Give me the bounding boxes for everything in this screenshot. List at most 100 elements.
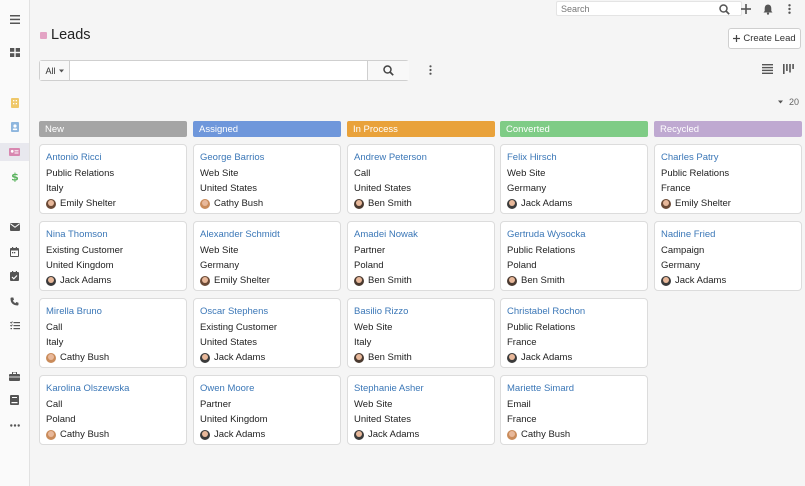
- lead-source: Partner: [200, 399, 232, 410]
- lead-source: Public Relations: [507, 322, 576, 333]
- assigned-user: Jack Adams: [200, 427, 340, 442]
- avatar: [661, 275, 671, 286]
- lead-country: United Kingdom: [200, 414, 268, 425]
- lead-card[interactable]: Nina Thomson Existing Customer United Ki…: [39, 221, 187, 291]
- sidebar-item-contacts[interactable]: [0, 118, 29, 136]
- lead-name-link[interactable]: Basilio Rizzo: [354, 305, 494, 320]
- sidebar-item-knowledge-base[interactable]: [0, 391, 29, 409]
- lead-card[interactable]: Antonio Ricci Public Relations Italy Emi…: [39, 144, 187, 214]
- lead-name-link[interactable]: Nadine Fried: [661, 228, 801, 243]
- lead-name-link[interactable]: Felix Hirsch: [507, 151, 647, 166]
- lead-name-link[interactable]: Alexander Schmidt: [200, 228, 340, 243]
- assigned-user: Jack Adams: [46, 273, 186, 288]
- lead-source: Partner: [354, 245, 386, 256]
- lead-name-link[interactable]: Charles Patry: [661, 151, 801, 166]
- lead-card[interactable]: Nadine Fried Campaign Germany Jack Adams: [654, 221, 802, 291]
- filter-more-actions-button[interactable]: [425, 63, 435, 77]
- lead-name-link[interactable]: Nina Thomson: [46, 228, 186, 243]
- lead-name-link[interactable]: George Barrios: [200, 151, 340, 166]
- assigned-user: Emily Shelter: [200, 273, 340, 288]
- sidebar-item-tasks[interactable]: [0, 267, 29, 285]
- lead-card[interactable]: Owen Moore Partner United Kingdom Jack A…: [193, 375, 341, 445]
- avatar: [354, 352, 364, 363]
- filter-scope-dropdown[interactable]: All: [40, 61, 70, 80]
- lead-card[interactable]: Gertruda Wysocka Public Relations Poland…: [500, 221, 648, 291]
- lead-card[interactable]: Charles Patry Public Relations France Em…: [654, 144, 802, 214]
- sidebar-item-opportunities[interactable]: $: [0, 167, 29, 185]
- lead-name-link[interactable]: Mariette Simard: [507, 382, 647, 397]
- sidebar-item-leads[interactable]: [0, 143, 29, 161]
- assigned-user: Ben Smith: [354, 196, 494, 211]
- lead-name-link[interactable]: Mirella Bruno: [46, 305, 186, 320]
- bell-icon: [763, 4, 773, 15]
- lead-card[interactable]: Felix Hirsch Web Site Germany Jack Adams: [500, 144, 648, 214]
- assigned-user: Cathy Bush: [507, 427, 647, 442]
- lead-country: France: [661, 183, 691, 194]
- page-size-selector[interactable]: 20: [778, 97, 799, 107]
- sidebar-item-dashboard[interactable]: [0, 43, 29, 61]
- lead-source: Call: [354, 168, 371, 179]
- quick-create-button[interactable]: [739, 2, 753, 16]
- lead-name-link[interactable]: Owen Moore: [200, 382, 340, 397]
- lead-card[interactable]: Christabel Rochon Public Relations Franc…: [500, 298, 648, 368]
- filter-bar: All: [39, 60, 409, 81]
- lead-card[interactable]: Amadei Nowak Partner Poland Ben Smith: [347, 221, 495, 291]
- caret-down-icon: [778, 100, 783, 104]
- sidebar-item-cases[interactable]: [0, 316, 29, 334]
- lead-source: Web Site: [507, 168, 546, 179]
- menu-icon: [9, 14, 20, 24]
- tasks-icon: [10, 271, 19, 281]
- avatar: [46, 275, 56, 286]
- lead-card[interactable]: Alexander Schmidt Web Site Germany Emily…: [193, 221, 341, 291]
- sidebar-item-calls[interactable]: [0, 292, 29, 310]
- menu-button[interactable]: [0, 10, 29, 28]
- sidebar-item-accounts[interactable]: [0, 94, 29, 112]
- global-search-input[interactable]: [556, 1, 742, 16]
- kanban-view-button[interactable]: [783, 64, 795, 76]
- list-view-button[interactable]: [762, 64, 774, 76]
- lead-source: Public Relations: [46, 168, 115, 179]
- notifications-button[interactable]: [761, 2, 775, 16]
- lead-name-link[interactable]: Karolina Olszewska: [46, 382, 186, 397]
- lead-card[interactable]: Mirella Bruno Call Italy Cathy Bush: [39, 298, 187, 368]
- lead-country: United States: [354, 414, 412, 425]
- sidebar-item-emails[interactable]: [0, 218, 29, 236]
- kanban-view-icon: [783, 64, 794, 74]
- sidebar-item-meetings[interactable]: [0, 243, 29, 261]
- lead-card[interactable]: Basilio Rizzo Web Site Italy Ben Smith: [347, 298, 495, 368]
- lead-name-link[interactable]: Antonio Ricci: [46, 151, 186, 166]
- lead-country: France: [507, 414, 537, 425]
- lead-card[interactable]: Stephanie Asher Web Site United States J…: [347, 375, 495, 445]
- lead-name-link[interactable]: Gertruda Wysocka: [507, 228, 647, 243]
- lead-name-link[interactable]: Stephanie Asher: [354, 382, 494, 397]
- assigned-user: Emily Shelter: [46, 196, 186, 211]
- lead-source: Call: [46, 322, 63, 333]
- sidebar-item-projects[interactable]: [0, 367, 29, 385]
- filter-text-input[interactable]: [71, 61, 367, 80]
- assigned-user: Cathy Bush: [46, 427, 186, 442]
- caret-down-icon: [58, 69, 64, 72]
- lead-card[interactable]: George Barrios Web Site United States Ca…: [193, 144, 341, 214]
- column-header: Recycled: [654, 121, 802, 137]
- avatar: [46, 198, 56, 209]
- sidebar-item-more[interactable]: [0, 416, 29, 434]
- create-lead-button[interactable]: Create Lead: [728, 28, 801, 49]
- lead-card[interactable]: Andrew Peterson Call United States Ben S…: [347, 144, 495, 214]
- lead-card[interactable]: Oscar Stephens Existing Customer United …: [193, 298, 341, 368]
- lead-name-link[interactable]: Andrew Peterson: [354, 151, 494, 166]
- lead-name-link[interactable]: Christabel Rochon: [507, 305, 647, 320]
- assigned-user: Jack Adams: [354, 427, 494, 442]
- search-icon: [718, 3, 730, 15]
- lead-name-link[interactable]: Oscar Stephens: [200, 305, 340, 320]
- assigned-user-name: Jack Adams: [214, 352, 266, 363]
- menu-options-button[interactable]: [782, 2, 796, 16]
- lead-card[interactable]: Mariette Simard Email France Cathy Bush: [500, 375, 648, 445]
- filter-search-button[interactable]: [367, 61, 409, 80]
- assigned-user-name: Jack Adams: [214, 429, 266, 440]
- lead-card[interactable]: Karolina Olszewska Call Poland Cathy Bus…: [39, 375, 187, 445]
- plus-icon: [741, 4, 751, 14]
- assigned-user-name: Jack Adams: [521, 352, 573, 363]
- column-header: Converted: [500, 121, 648, 137]
- search-button[interactable]: [717, 2, 731, 16]
- lead-name-link[interactable]: Amadei Nowak: [354, 228, 494, 243]
